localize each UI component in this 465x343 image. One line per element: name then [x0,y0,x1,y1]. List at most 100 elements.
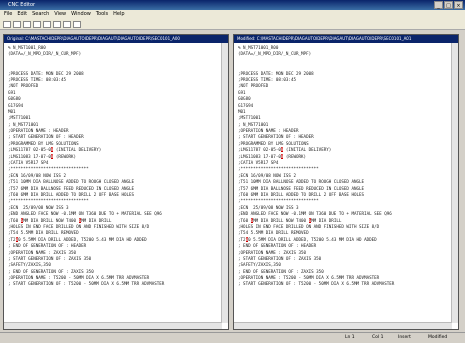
code-text: (REWORK) [53,153,77,159]
code-text: ; END OF GENERATION OF : HEADER [8,243,87,249]
code-text: G17G94 [8,102,24,108]
code-text: ;OPERATION NAME : HEADER [8,128,69,134]
new-file-icon[interactable] [3,20,11,28]
code-text: ;T60 6MM DIA DRILL ADDED TO DRILL 2 OFF … [238,191,365,197]
code-text: ; START GENERATION OF : T5200 - 50MM DIA… [8,281,165,287]
menu-item-window[interactable]: Window [71,10,91,19]
cut-icon[interactable] [43,20,51,28]
minimize-button[interactable]: _ [434,1,443,9]
original-pane-title: Original: C:\MASTACHIDEPR\DIAGAUTOIDEPR\… [4,35,228,43]
code-text: % N_MST71001_R00 [238,45,279,50]
code-text: M01 [8,108,16,114]
code-text: ;ECN 16/09/08 NOW ISS 2 [238,172,296,178]
right-vertical-scrollbar[interactable] [451,43,458,323]
code-text: ;T51 10MM DIA BALLNOSE ADDED TO ROUGH CL… [8,179,135,185]
code-text: G91 [8,89,16,95]
code-text: (INITIAL DELIVERY) [283,147,332,153]
code-text: ;LMG11083 17-07-0 [8,153,51,159]
code-text: ;OPERATION NAME : T5200 - 50MM DIA X 6.5… [8,275,150,281]
modified-file-pane[interactable]: Modified: C:\MASTACHIDEPR\DIAGAUTOIDEPR\… [233,34,459,330]
code-text: ; N_MST71001 [8,121,39,127]
code-text: ; START GENERATION OF : HEADER [8,134,84,140]
code-text: ;OPERATION NAME : ZAXIS 350 [8,249,77,255]
menu-item-tools[interactable]: Tools [96,10,108,19]
code-text: ;PROCESS TIME: 08:03:45 [238,76,296,82]
code-text: ;T51 10MM DIA BALLNOSE ADDED TO ROUGH CL… [238,179,365,185]
status-bar: Ln 1 Col 1 Insert Modified [0,332,465,343]
code-text: ;NOT PROOFED [238,83,269,89]
save-icon[interactable] [23,20,31,28]
toolbar [0,19,465,30]
code-text: ;T54 5.5MM DIA DRILL REMOVED [238,230,309,236]
left-horizontal-scrollbar[interactable] [4,322,222,329]
code-text: ;T54 5.5MM DIA DRILL REMOVED [8,230,79,236]
menu-item-file[interactable]: File [4,10,12,19]
print-icon[interactable] [33,20,41,28]
code-text: ;ECN 25/09/08 NOW ISS 3 [238,204,299,210]
code-text: ;OPERATION NAME : HEADER [238,128,299,134]
close-button[interactable]: × [454,1,463,9]
code-text: ;SAFETY/ZAXIS,350 [238,262,281,268]
code-text: MM DIA DRILL NOW T400 [23,217,79,223]
code-text: MM DIA DRILL [311,217,342,223]
code-text: ;MST71001 [8,115,31,121]
code-text: MM DIA DRILL [81,217,112,223]
code-text: ;PROCESS DATE: MON DEC 29 2008 [8,70,84,76]
code-text: ;T60 [8,217,21,223]
code-text: (INITIAL DELIVERY) [53,147,102,153]
window-title: CNC Editor [8,2,36,8]
compare-icon[interactable] [73,20,81,28]
code-text: ;END ANGLED FACE NOW -0.1MM ON T360 DUE … [238,211,392,217]
code-text: ;******************************* [8,198,89,204]
code-text: ;NOT PROOFED [8,83,39,89]
code-text: ;HOLES IN END FACE DRILLED ON AND FINISH… [8,223,150,229]
code-text: ;SAFETY/ZAXIS,350 [8,262,51,268]
code-text: 0 5.5MM DIA DRILL ADDED, T5200 5.43 MM D… [18,236,147,242]
code-text: ;LMG11787 02-05-0 [238,147,281,153]
code-text: ;OPERATION NAME : ZAXIS 350 [238,249,307,255]
code-text: ; END OF GENERATION OF : ZAXIS 350 [8,268,94,274]
menu-item-view[interactable]: View [54,10,66,19]
code-text: (REWORK) [283,153,307,159]
code-text: (DATA=/_N_MPD_DIR/_N_CUR_MPF) [238,51,312,57]
code-text: ;******************************* [8,166,89,172]
code-line[interactable]: ; START GENERATION OF : T5200 - 50MM DIA… [8,281,228,287]
menu-item-help[interactable]: Help [113,10,124,19]
code-text: ;PROGRAMMED BY LMG SOLUTIONS [8,140,79,146]
code-text: ;T2 [8,236,16,242]
code-text: ;PROCESS DATE: MON DEC 29 2008 [238,70,314,76]
copy-icon[interactable] [53,20,61,28]
left-vertical-scrollbar[interactable] [221,43,228,323]
code-text: M01 [238,108,246,114]
code-text: ; END OF GENERATION OF : HEADER [238,243,317,249]
code-text: ;T57 6MM DIA BALLNOSE FEED REDUCED IN CL… [8,185,135,191]
code-text: ; START GENERATION OF : ZAXIS 350 [8,255,92,261]
menu-item-search[interactable]: Search [32,10,49,19]
code-text: ;ECN 25/09/08 NOW ISS 3 [8,204,69,210]
code-text: ;MST71001 [238,115,261,121]
code-text: G0G80 [8,96,21,102]
code-line[interactable]: ; START GENERATION OF : T5200 - 50MM DIA… [238,281,458,287]
menu-bar: File Edit Search View Window Tools Help [0,10,465,19]
original-file-pane[interactable]: Original: C:\MASTACHIDEPR\DIAGAUTOIDEPR\… [3,34,229,330]
code-text: ;******************************* [238,198,319,204]
code-text: ;******************************* [238,166,319,172]
modified-code-lines[interactable]: % N_MST71001_R00 (DATA=/_N_MPD_DIR/_N_CUR… [234,43,458,288]
code-text: ;HOLES IN END FACE DRILLED ON AND FINISH… [238,223,380,229]
code-text: G0G80 [238,96,251,102]
code-text: ;T57 6MM DIA BALLNOSE FEED REDUCED IN CL… [238,185,365,191]
code-text: ;PROCESS TIME: 08:03:45 [8,76,66,82]
maximize-button[interactable]: □ [444,1,453,9]
code-text: ; START GENERATION OF : HEADER [238,134,314,140]
right-horizontal-scrollbar[interactable] [234,322,452,329]
code-text: G91 [238,89,246,95]
paste-icon[interactable] [63,20,71,28]
code-text: ;T60 6MM DIA DRILL ADDED TO DRILL 2 OFF … [8,191,135,197]
menu-item-edit[interactable]: Edit [17,10,27,19]
code-text: ; END OF GENERATION OF : ZAXIS 350 [238,268,324,274]
code-text: ;T60 [238,217,251,223]
open-file-icon[interactable] [13,20,21,28]
code-text: ;T2 [238,236,246,242]
original-code-lines[interactable]: % N_MST1001_R00 (DATA=/_N_MPD_DIR/_N_CUR_… [4,43,228,288]
code-text: % N_MST1001_R00 [8,45,46,50]
